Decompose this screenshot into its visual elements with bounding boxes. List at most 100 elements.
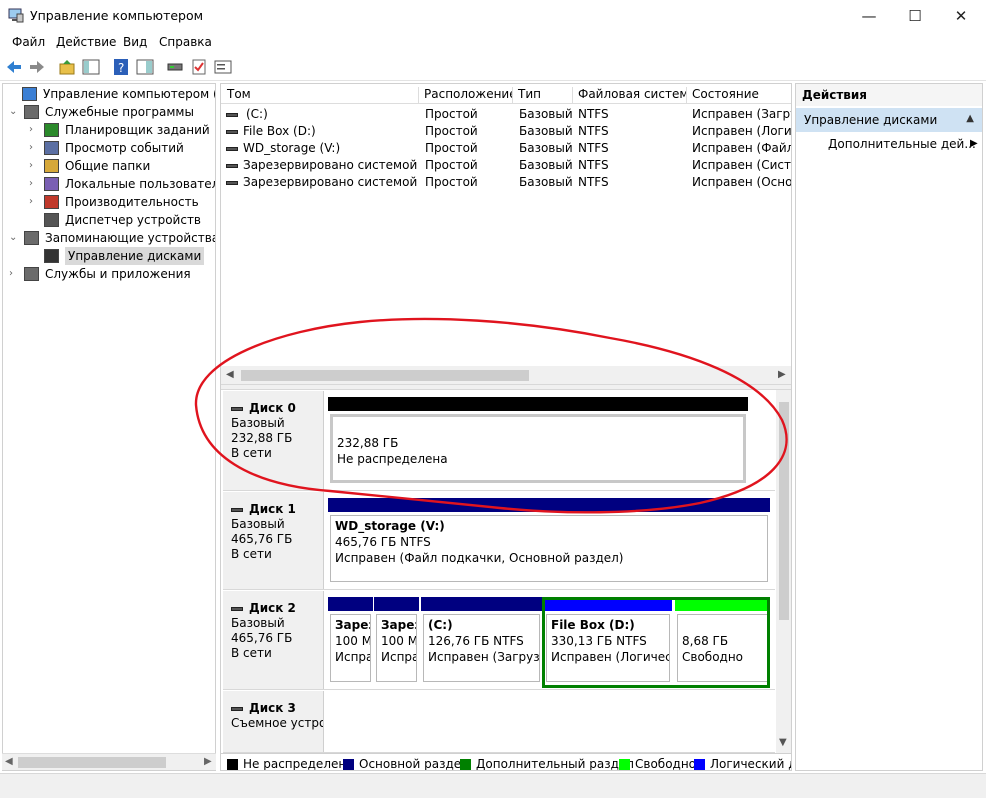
disk-status: В сети [231,646,272,660]
volume-row[interactable]: File Box (D:) Простой Базовый NTFS Исправен … [221,123,791,140]
properties-pane-icon[interactable] [136,58,154,76]
list-view-icon[interactable] [214,58,232,76]
scroll-down-arrow-icon[interactable]: ▼ [779,737,787,748]
tree-node-label: Службы и приложения [45,267,191,281]
volume-cell: Базовый [519,141,573,155]
actions-section-disk-management[interactable]: Управление дисками ▲ [796,108,982,132]
tree-horizontal-scrollbar[interactable]: ◀ ▶ [2,753,216,770]
disk-type: Базовый [231,616,285,630]
tree-node[interactable]: ⌄ Служебные программы [3,103,215,121]
up-folder-icon[interactable] [58,58,76,76]
tree-node[interactable]: › Общие папки [3,157,215,175]
menu-help[interactable]: Справка [159,35,212,49]
legend-swatch [694,758,705,770]
tree-node[interactable]: Управление дисками [3,247,215,265]
column-volume[interactable]: Том [223,87,419,104]
disk-management-pane: Том Расположение Тип Файловая система Со… [220,83,792,771]
local-users-icon [44,177,59,191]
volume-row[interactable]: WD_storage (V:) Простой Базовый NTFS Исправе… [221,140,791,157]
partition-size: 100 М [381,634,417,648]
tree-node-label: Диспетчер устройств [65,213,202,227]
volume-row[interactable]: Зарезервировано системой (E:) Простой Базо… [221,174,791,191]
tree-scroll-thumb[interactable] [18,757,166,768]
expand-right-icon[interactable]: › [29,175,41,193]
disk-name-label: Диск 0 [249,401,296,415]
show-hide-tree-icon[interactable] [82,58,100,76]
tree-node[interactable]: › Локальные пользователи и [3,175,215,193]
back-arrow-icon[interactable] [5,58,23,76]
tree-node[interactable]: › Производительность [3,193,215,211]
partition-body: (C:) 126,76 ГБ NTFS Исправен (Загрузка [423,614,540,682]
tree-node-label: Общие папки [65,159,151,173]
partition-primary[interactable]: Зарез 100 М Испра [374,597,419,684]
tree-node[interactable]: › Планировщик заданий [3,121,215,139]
expand-right-icon[interactable]: › [9,265,21,283]
disk-view-scroll-thumb[interactable] [779,402,789,620]
expand-right-icon[interactable]: › [29,139,41,157]
extended-partition-frame [542,597,770,688]
scroll-right-arrow-icon[interactable]: ▶ [778,369,786,380]
volume-scroll-thumb[interactable] [241,370,529,381]
partition-color-bar [328,397,748,411]
volume-row[interactable]: Зарезервировано системой Простой Базовый NT… [221,157,791,174]
expand-right-icon[interactable]: › [29,121,41,139]
disk-row[interactable]: Диск 0 Базовый 232,88 ГБ В сети 232,88 ГБ Не … [223,391,775,491]
partition-body: 232,88 ГБ Не распределена [330,414,746,483]
partition-primary[interactable]: WD_storage (V:) 465,76 ГБ NTFS Исправен (Ф… [328,498,770,584]
tree-node[interactable]: ⌄ Запоминающие устройства [3,229,215,247]
disk-type: Съемное устро [231,716,323,730]
title-bar: Управление компьютером — ☐ ✕ [0,0,986,31]
expand-right-icon[interactable]: › [29,193,41,211]
volume-cell: Базовый [519,124,573,138]
disk-status: В сети [231,547,272,561]
computer-management-icon [8,8,24,23]
tree-node[interactable]: Диспетчер устройств [3,211,215,229]
column-status[interactable]: Состояние [688,87,791,104]
scroll-right-arrow-icon[interactable]: ▶ [204,756,212,767]
menu-file[interactable]: Файл [12,35,45,49]
shared-folders-icon [44,159,59,173]
column-type[interactable]: Тип [514,87,573,104]
maximize-button[interactable]: ☐ [892,0,938,31]
disk-size: 465,76 ГБ [231,532,293,546]
tree-node[interactable]: › Службы и приложения [3,265,215,283]
disk-size: 232,88 ГБ [231,431,293,445]
partition-status: Исправен (Файл подкачки, Основной раздел… [335,551,624,565]
scroll-left-arrow-icon[interactable]: ◀ [5,756,13,767]
column-file-system[interactable]: Файловая система [574,87,687,104]
legend-item: Не распределена [227,757,354,770]
volume-list-horizontal-scrollbar[interactable]: ◀ ▶ [221,366,791,384]
expand-down-icon[interactable]: ⌄ [9,103,21,121]
menu-action[interactable]: Действие [56,35,116,49]
more-actions-item[interactable]: Дополнительные дей... [828,137,976,151]
disk-info[interactable]: Диск 3 Съемное устро [223,691,324,752]
scroll-left-arrow-icon[interactable]: ◀ [226,369,234,380]
disk-info[interactable]: Диск 1 Базовый 465,76 ГБ В сети [223,492,324,589]
connect-disk-icon[interactable] [166,58,184,76]
disk-info[interactable]: Диск 2 Базовый 465,76 ГБ В сети [223,591,324,689]
tree-node[interactable]: Управление компьютером (локал [3,85,215,103]
expand-right-icon[interactable]: › [29,157,41,175]
disk-view-vertical-scrollbar[interactable]: ▼ [776,390,791,753]
close-button[interactable]: ✕ [938,0,984,31]
help-icon[interactable]: ? [112,58,130,76]
volume-cell: NTFS [578,124,609,138]
column-layout[interactable]: Расположение [420,87,513,104]
partition-primary[interactable]: (C:) 126,76 ГБ NTFS Исправен (Загрузка [421,597,542,684]
disk-row[interactable]: Диск 1 Базовый 465,76 ГБ В сети WD_storage (… [223,492,775,590]
menu-view[interactable]: Вид [123,35,147,49]
collapse-up-icon[interactable]: ▲ [966,113,974,124]
tree-node[interactable]: › Просмотр событий [3,139,215,157]
partition-primary[interactable]: Зарез 100 М Испра [328,597,373,684]
expand-down-icon[interactable]: ⌄ [9,229,21,247]
forward-arrow-icon[interactable] [28,58,46,76]
minimize-button[interactable]: — [846,0,892,31]
volume-cell: NTFS [578,158,609,172]
disk-row[interactable]: Диск 3 Съемное устро [223,691,775,753]
pane-splitter[interactable] [221,384,791,390]
partition-unallocated[interactable]: 232,88 ГБ Не распределена [328,397,748,485]
window-title: Управление компьютером [30,8,204,23]
disk-info[interactable]: Диск 0 Базовый 232,88 ГБ В сети [223,391,324,490]
check-icon[interactable] [190,58,208,76]
volume-row[interactable]: (C:) Простой Базовый NTFS Исправен (Загрузка [221,106,791,123]
